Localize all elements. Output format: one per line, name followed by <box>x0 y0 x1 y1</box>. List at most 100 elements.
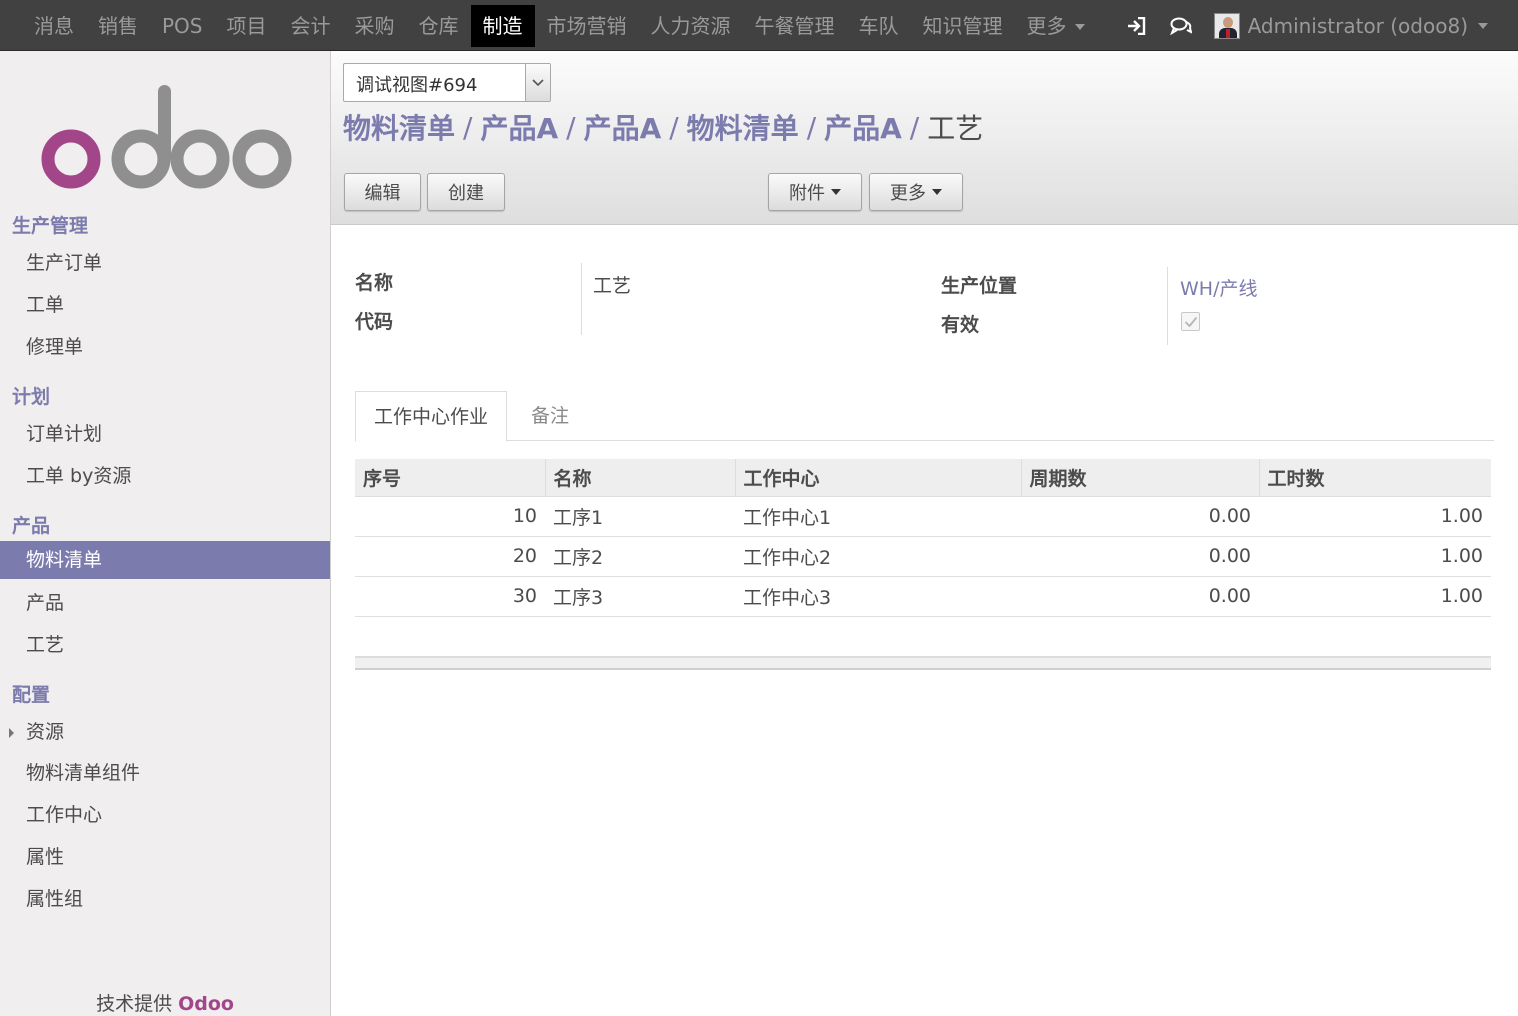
column-header-workcenter[interactable]: 工作中心 <box>735 459 1022 497</box>
attachment-dropdown-label: 附件 <box>789 183 825 204</box>
tab-notes[interactable]: 备注 <box>513 391 587 441</box>
menu-manufacturing[interactable]: 制造 <box>470 4 535 47</box>
cell-cycles: 0.00 <box>1021 496 1259 537</box>
column-header-hours[interactable]: 工时数 <box>1259 459 1491 497</box>
user-menu[interactable]: Administrator (odoo8) <box>1213 12 1488 39</box>
sidebar-item-work-orders[interactable]: 工单 <box>0 286 330 324</box>
sidebar-item-work-centers[interactable]: 工作中心 <box>0 796 330 834</box>
menu-messages[interactable]: 消息 <box>22 5 86 47</box>
tab-label: 工作中心作业 <box>374 406 489 428</box>
sidebar-item-label: 生产订单 <box>26 252 103 274</box>
more-dropdown[interactable]: 更多 <box>869 173 963 211</box>
cell-hours: 1.00 <box>1259 576 1491 617</box>
location-label: 生产位置 <box>941 275 1018 297</box>
sidebar-item-label: 资源 <box>26 721 65 743</box>
cell-workcenter: 工作中心1 <box>735 496 1021 537</box>
systray: Administrator (odoo8) <box>1126 0 1488 51</box>
menu-pos[interactable]: POS <box>150 5 215 47</box>
user-name: Administrator (odoo8) <box>1247 13 1468 38</box>
chat-icon[interactable] <box>1169 15 1192 37</box>
powered-by-brand-link[interactable]: Odoo <box>178 993 234 1015</box>
sidebar-section-configuration: 配置 <box>12 684 51 706</box>
sidebar-item-label: 属性组 <box>26 888 84 910</box>
menu-knowledge[interactable]: 知识管理 <box>911 5 1015 47</box>
breadcrumb-item-bom[interactable]: 物料清单 <box>687 107 799 147</box>
column-header-sequence[interactable]: 序号 <box>355 459 546 497</box>
breadcrumb-item-product[interactable]: 产品A <box>480 107 558 147</box>
caret-down-icon <box>1478 22 1488 29</box>
sidebar-item-label: 工艺 <box>26 634 65 656</box>
sidebar-item-order-planning[interactable]: 订单计划 <box>0 415 330 453</box>
breadcrumb-item-bom[interactable]: 物料清单 <box>343 107 455 147</box>
sidebar-item-resources[interactable]: 资源 <box>0 713 330 751</box>
column-header-name[interactable]: 名称 <box>545 459 736 497</box>
edit-button-label: 编辑 <box>364 183 401 204</box>
sidebar-item-label: 工单 by资源 <box>26 465 132 487</box>
sidebar-item-bom-lines[interactable]: 物料清单组件 <box>0 754 330 792</box>
breadcrumb-item-product[interactable]: 产品A <box>584 107 662 147</box>
operations-table: 序号 名称 工作中心 周期数 工时数 10 工序1 工作中心1 0.00 1.0… <box>355 459 1491 617</box>
sidebar-section-planning: 计划 <box>12 386 51 408</box>
avatar <box>1213 12 1240 39</box>
menu-marketing[interactable]: 市场营销 <box>535 5 639 47</box>
field-divider <box>1167 267 1168 345</box>
menu-purchase[interactable]: 采购 <box>343 5 407 47</box>
column-header-cycles[interactable]: 周期数 <box>1021 459 1260 497</box>
cell-name: 工序2 <box>545 536 735 577</box>
debug-view-select[interactable]: 调试视图#694 <box>343 63 551 102</box>
code-field[interactable] <box>593 309 893 333</box>
cell-workcenter: 工作中心2 <box>735 536 1021 577</box>
edit-button[interactable]: 编辑 <box>344 173 421 211</box>
sidebar-item-repair-orders[interactable]: 修理单 <box>0 328 330 366</box>
menu-lunch[interactable]: 午餐管理 <box>743 5 847 47</box>
odoo-logo[interactable] <box>38 81 294 201</box>
sidebar-item-label: 物料清单 <box>26 549 103 571</box>
sidebar-item-work-orders-by-resource[interactable]: 工单 by资源 <box>0 457 330 495</box>
menu-sales[interactable]: 销售 <box>86 5 150 47</box>
cell-name: 工序1 <box>545 496 735 537</box>
expand-triangle-icon[interactable] <box>9 728 14 738</box>
create-button-label: 创建 <box>448 183 484 204</box>
cell-sequence: 10 <box>355 496 545 537</box>
create-button[interactable]: 创建 <box>427 173 505 211</box>
table-row[interactable]: 10 工序1 工作中心1 0.00 1.00 <box>355 496 1491 537</box>
cell-workcenter: 工作中心3 <box>735 576 1021 617</box>
menu-accounting[interactable]: 会计 <box>279 5 343 47</box>
chevron-down-icon[interactable] <box>525 64 550 101</box>
table-header-row: 序号 名称 工作中心 周期数 工时数 <box>355 459 1491 497</box>
sidebar-item-label: 产品 <box>26 592 65 614</box>
menu-fleet[interactable]: 车队 <box>847 5 911 47</box>
table-row[interactable]: 30 工序3 工作中心3 0.00 1.00 <box>355 576 1491 617</box>
menu-project[interactable]: 项目 <box>215 5 279 47</box>
active-checkbox[interactable] <box>1181 312 1200 331</box>
sidebar-item-property-groups[interactable]: 属性组 <box>0 880 330 918</box>
debug-view-value: 调试视图#694 <box>356 75 478 96</box>
powered-by-text: 技术提供 <box>96 993 173 1015</box>
sidebar-item-products[interactable]: 产品 <box>0 584 330 622</box>
active-label: 有效 <box>941 314 980 336</box>
sidebar-item-production-orders[interactable]: 生产订单 <box>0 244 330 282</box>
menu-warehouse[interactable]: 仓库 <box>407 5 471 47</box>
sidebar-item-bom[interactable]: 物料清单 <box>0 541 330 579</box>
sidebar-section-products: 产品 <box>12 515 51 537</box>
menu-hr[interactable]: 人力资源 <box>639 5 743 47</box>
location-field-link[interactable]: WH/产线 <box>1180 274 1257 301</box>
sidebar-item-routings[interactable]: 工艺 <box>0 626 330 664</box>
sidebar-item-label: 订单计划 <box>26 423 103 445</box>
form-view: 名称 代码 工艺 生产位置 有效 WH/产线 工作中心作业 备注 序号 名称 工… <box>331 225 1518 1016</box>
attachment-dropdown[interactable]: 附件 <box>768 173 862 211</box>
table-footer <box>355 656 1491 670</box>
sidebar-item-label: 修理单 <box>26 336 84 358</box>
sidebar-section-production: 生产管理 <box>12 215 89 237</box>
breadcrumb-item-product[interactable]: 产品A <box>824 107 902 147</box>
caret-down-icon <box>932 189 942 195</box>
name-field[interactable]: 工艺 <box>593 271 631 298</box>
cell-sequence: 20 <box>355 536 545 577</box>
sign-in-icon[interactable] <box>1126 15 1148 37</box>
tab-workcenter-operations[interactable]: 工作中心作业 <box>355 391 508 442</box>
breadcrumb-current: 工艺 <box>927 112 984 145</box>
table-row[interactable]: 20 工序2 工作中心2 0.00 1.00 <box>355 536 1491 577</box>
sidebar-item-properties[interactable]: 属性 <box>0 838 330 876</box>
menu-more[interactable]: 更多 <box>1015 5 1097 47</box>
menu-more-label: 更多 <box>1026 13 1067 38</box>
